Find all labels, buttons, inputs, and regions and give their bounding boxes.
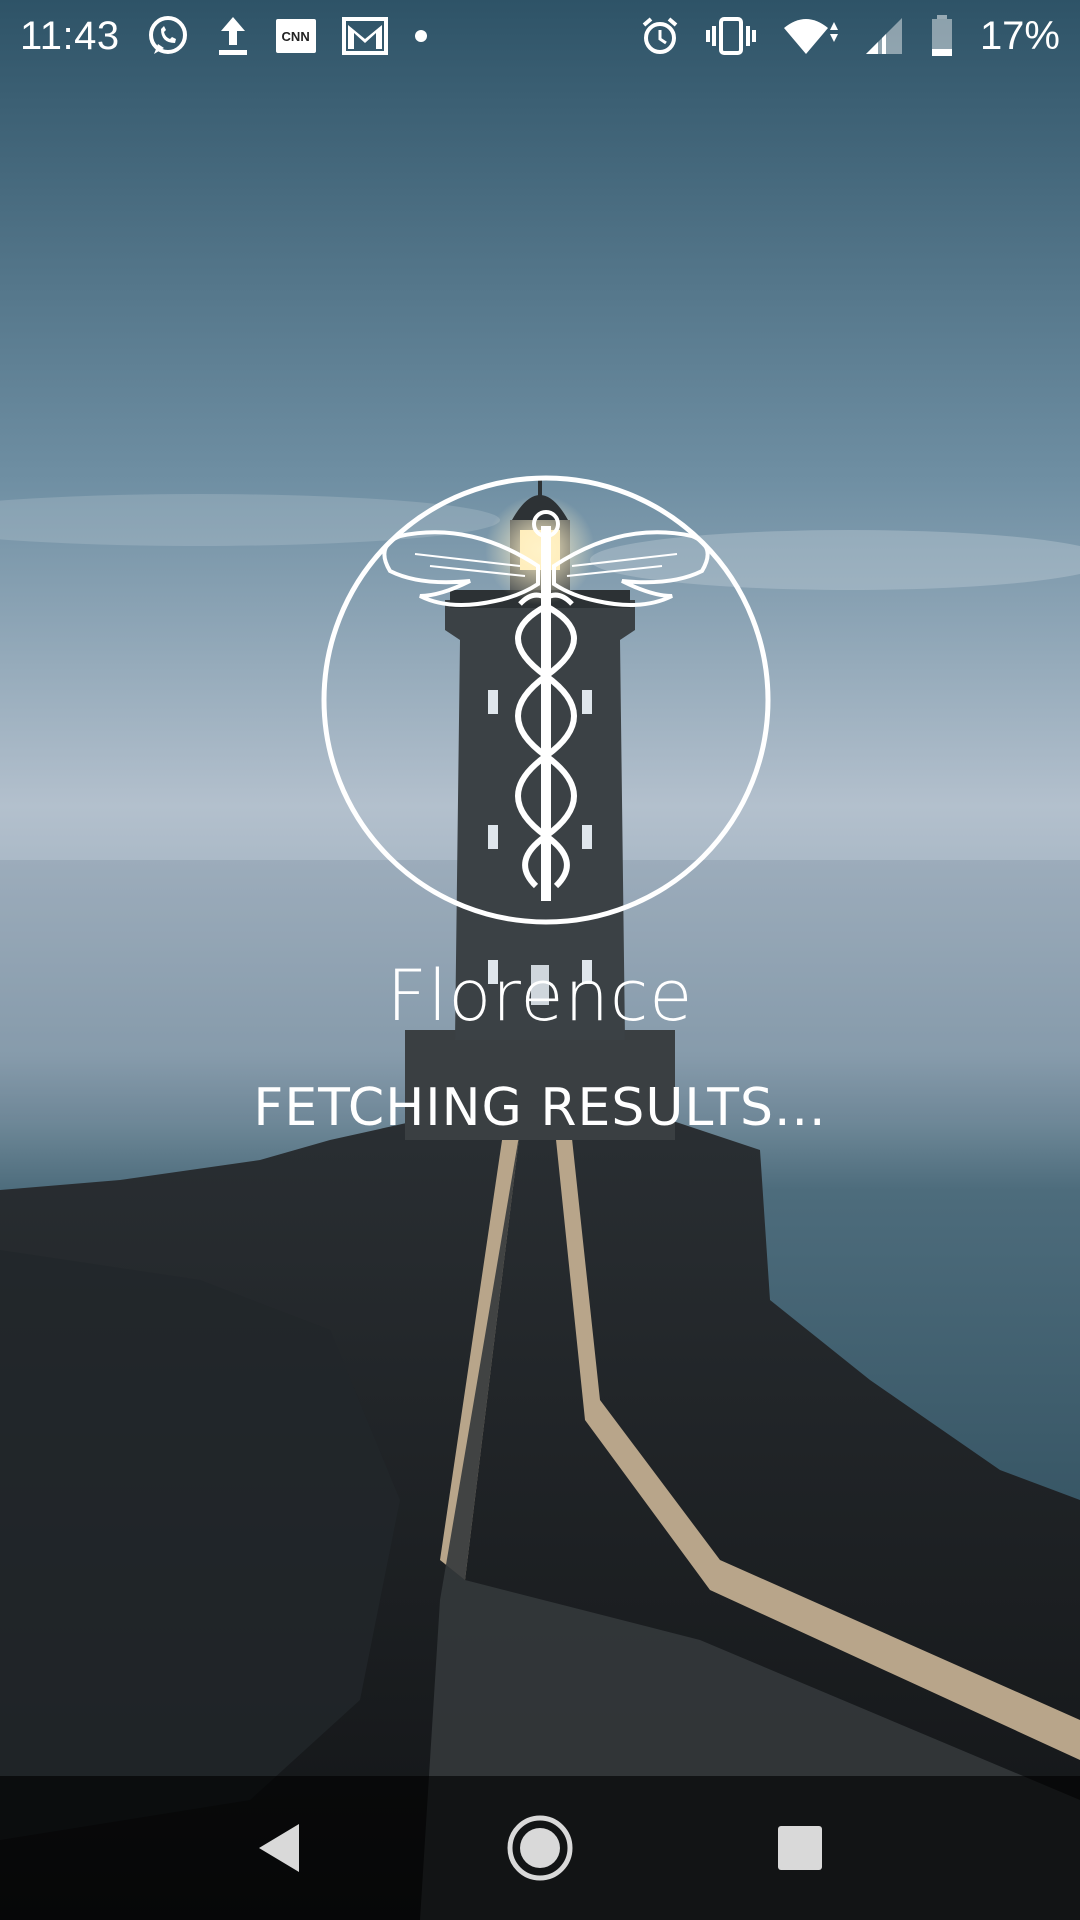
recents-icon: [778, 1826, 822, 1870]
app-logo: [320, 466, 772, 934]
vibrate-icon: [705, 16, 756, 56]
home-icon: [507, 1815, 573, 1881]
back-button[interactable]: [235, 1803, 325, 1893]
app-name: Florence: [386, 955, 694, 1037]
status-bar-left: 11:43 CNN: [20, 14, 428, 59]
home-button[interactable]: [495, 1803, 585, 1893]
status-clock: 11:43: [20, 13, 120, 58]
cnn-icon: CNN: [275, 19, 316, 53]
alarm-icon: [640, 16, 680, 56]
recents-button[interactable]: [755, 1803, 845, 1893]
status-bar-right: 17%: [640, 14, 1060, 59]
upload-icon: [216, 15, 250, 57]
whatsapp-icon: [146, 14, 190, 58]
battery-percent: 17%: [979, 13, 1060, 58]
back-icon: [259, 1824, 299, 1872]
wifi-icon: [782, 16, 838, 56]
navigation-bar: [0, 1776, 1080, 1920]
signal-icon: [864, 16, 904, 56]
caduceus-icon: [321, 475, 771, 925]
dot-icon: [414, 29, 428, 43]
loading-status-text: FETCHING RESULTS...: [253, 1078, 827, 1138]
gmail-icon: [341, 17, 388, 55]
battery-icon: [930, 15, 954, 57]
status-bar: 11:43 CNN 17%: [0, 0, 1080, 72]
cnn-icon-label: CNN: [275, 19, 316, 53]
